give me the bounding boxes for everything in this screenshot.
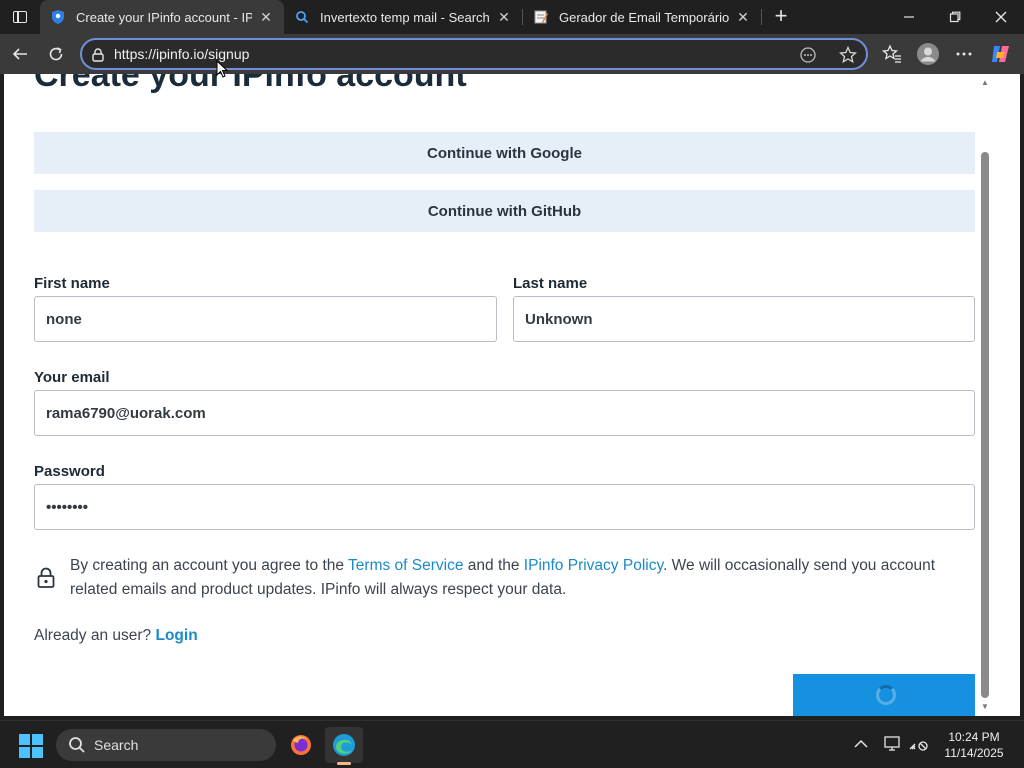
minimize-icon[interactable] xyxy=(886,0,932,34)
mouse-cursor-icon xyxy=(216,60,228,78)
continue-with-google-button[interactable]: Continue with Google xyxy=(34,132,975,174)
password-label: Password xyxy=(34,463,105,480)
taskbar-clock[interactable]: 10:24 PM 11/14/2025 xyxy=(936,729,1012,761)
signup-page: Create your IPinfo account Continue with… xyxy=(4,74,1020,716)
back-arrow-icon[interactable] xyxy=(5,39,35,69)
tab-title: Gerador de Email Temporário | invertexto xyxy=(559,9,729,25)
refresh-icon[interactable] xyxy=(41,39,71,69)
last-name-label: Last name xyxy=(513,275,588,292)
scrollbar-thumb[interactable] xyxy=(981,152,989,698)
url-text[interactable]: https://ipinfo.io/signup xyxy=(114,46,249,62)
password-field[interactable]: •••••••• xyxy=(34,484,975,530)
active-app-indicator xyxy=(337,762,351,765)
taskbar-search-label: Search xyxy=(94,737,139,753)
search-icon xyxy=(294,9,310,25)
close-tab-icon[interactable]: ✕ xyxy=(258,9,274,25)
browser-toolbar: https://ipinfo.io/signup xyxy=(0,34,1024,74)
clock-time: 10:24 PM xyxy=(948,730,1000,744)
first-name-field[interactable]: none xyxy=(34,296,497,342)
taskbar-search[interactable]: Search xyxy=(56,729,276,761)
lock-icon[interactable] xyxy=(90,47,106,63)
tab-title: Create your IPinfo account - IPinfo xyxy=(76,9,252,25)
tab-strip: Create your IPinfo account - IPinfo ✕ In… xyxy=(0,0,1024,34)
padlock-icon xyxy=(37,567,55,589)
search-icon xyxy=(69,737,85,753)
firefox-icon[interactable] xyxy=(282,727,320,763)
close-window-icon[interactable] xyxy=(978,0,1024,34)
tab-gerador[interactable]: Gerador de Email Temporário | invertexto… xyxy=(523,0,761,34)
tab-ipinfo[interactable]: Create your IPinfo account - IPinfo ✕ xyxy=(40,0,284,34)
continue-with-github-button[interactable]: Continue with GitHub xyxy=(34,190,975,232)
email-label: Your email xyxy=(34,369,110,386)
network-disconnected-icon[interactable] xyxy=(908,733,930,755)
new-tab-icon[interactable]: + xyxy=(768,4,794,30)
consent-mid: and the xyxy=(463,557,524,574)
profile-avatar-icon[interactable] xyxy=(913,39,943,69)
display-icon[interactable] xyxy=(882,733,904,755)
reading-mode-icon[interactable] xyxy=(798,45,818,65)
favorites-icon[interactable] xyxy=(877,39,907,69)
close-tab-icon[interactable]: ✕ xyxy=(496,9,512,25)
close-tab-icon[interactable]: ✕ xyxy=(735,9,751,25)
edge-icon[interactable] xyxy=(325,727,363,765)
terms-of-service-link[interactable]: Terms of Service xyxy=(348,557,463,574)
ipinfo-shield-icon xyxy=(50,9,66,25)
loading-spinner-icon xyxy=(876,685,896,705)
already-user-text: Already an user? Login xyxy=(34,627,198,645)
tab-actions-icon[interactable] xyxy=(6,4,34,30)
page-viewport: Create your IPinfo account Continue with… xyxy=(0,74,1024,720)
restore-icon[interactable] xyxy=(932,0,978,34)
show-hidden-icons-chevron-icon[interactable] xyxy=(850,733,872,755)
notepad-icon xyxy=(533,9,549,25)
consent-pre: By creating an account you agree to the xyxy=(70,557,349,574)
favorite-star-icon[interactable] xyxy=(838,45,858,65)
login-link[interactable]: Login xyxy=(156,627,198,644)
more-options-icon[interactable] xyxy=(949,39,979,69)
clock-date: 11/14/2025 xyxy=(944,746,1004,760)
windows-start-icon[interactable] xyxy=(18,733,44,759)
consent-text: By creating an account you agree to the … xyxy=(70,554,960,602)
copilot-icon[interactable] xyxy=(986,39,1016,69)
already-user-label: Already an user? xyxy=(34,627,156,644)
page-title: Create your IPinfo account xyxy=(34,74,467,94)
scroll-up-icon[interactable]: ▲ xyxy=(981,78,989,87)
scroll-down-icon[interactable]: ▼ xyxy=(981,702,989,711)
last-name-field[interactable]: Unknown xyxy=(513,296,975,342)
address-bar[interactable]: https://ipinfo.io/signup xyxy=(80,38,868,70)
email-field[interactable]: rama6790@uorak.com xyxy=(34,390,975,436)
tab-search[interactable]: Invertexto temp mail - Search ✕ xyxy=(284,0,522,34)
tab-separator xyxy=(761,9,762,25)
taskbar: Search 10:24 PM 11/14/2025 xyxy=(0,720,1024,768)
first-name-label: First name xyxy=(34,275,110,292)
tab-title: Invertexto temp mail - Search xyxy=(320,9,490,25)
privacy-policy-link[interactable]: IPinfo Privacy Policy xyxy=(524,557,663,574)
